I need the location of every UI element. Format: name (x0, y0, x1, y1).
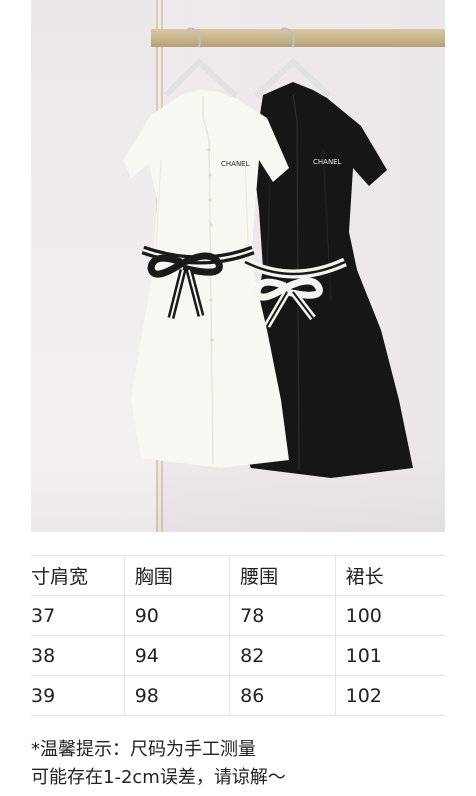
header-bust: 胸围 (124, 555, 231, 596)
note-line-2: 可能存在1-2cm误差，请谅解～ (31, 767, 286, 788)
brand-label-black: CHANEL (313, 158, 342, 166)
header-length: 裙长 (335, 555, 445, 596)
cell-shoulder: 38 (31, 635, 125, 676)
cell-shoulder: 39 (31, 675, 125, 716)
table-row: 39 98 86 102 (31, 675, 445, 716)
cell-length: 100 (335, 595, 445, 636)
cell-shoulder: 37 (31, 595, 125, 636)
hanger-hook-white (185, 27, 201, 48)
size-table-header: 寸肩宽 胸围 腰围 裙长 (31, 555, 445, 596)
table-row: 38 94 82 101 (31, 635, 445, 676)
cell-waist: 82 (229, 635, 336, 676)
header-waist: 腰围 (229, 555, 336, 596)
header-shoulder: 寸肩宽 (31, 555, 125, 596)
measurement-note: *温馨提示：尺码为手工测量 可能存在1-2cm误差，请谅解～ (31, 736, 286, 792)
brand-label-white: CHANEL (221, 160, 250, 168)
hanger-hook-black (279, 27, 295, 48)
table-row: 37 90 78 100 (31, 595, 445, 636)
cell-waist: 86 (229, 675, 336, 716)
cell-length: 101 (335, 635, 445, 676)
cell-bust: 94 (124, 635, 231, 676)
size-table: 寸肩宽 胸围 腰围 裙长 37 90 78 100 38 94 82 101 3… (31, 555, 445, 716)
cell-waist: 78 (229, 595, 336, 636)
note-line-1: *温馨提示：尺码为手工测量 (31, 739, 256, 760)
product-photo: CHANEL CHANEL (31, 0, 445, 532)
cell-bust: 90 (124, 595, 231, 636)
cell-bust: 98 (124, 675, 231, 716)
cell-length: 102 (335, 675, 445, 716)
dresses-illustration: CHANEL CHANEL (123, 27, 413, 478)
